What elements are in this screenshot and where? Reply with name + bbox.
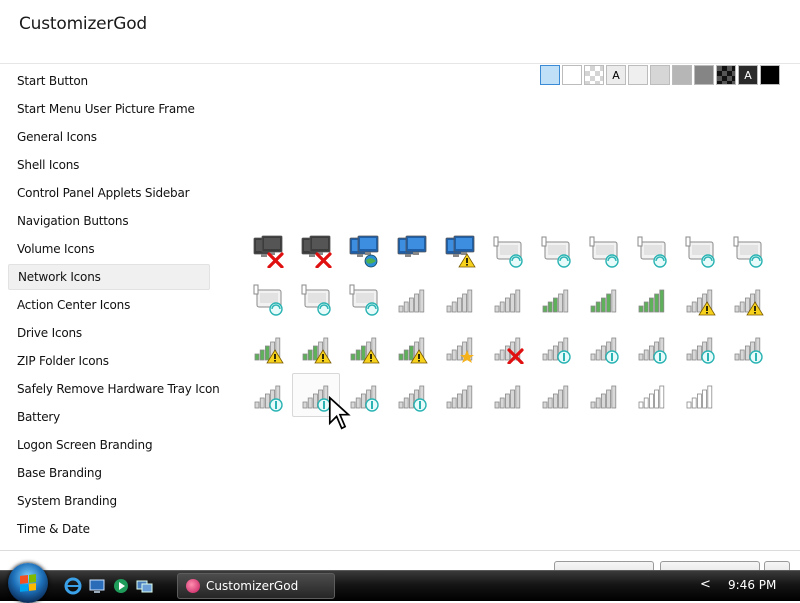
signal-bars-warning-icon[interactable] [676, 277, 724, 321]
modem-searching-icon[interactable] [292, 277, 340, 321]
sidebar-item-base-branding[interactable]: Base Branding [8, 459, 210, 487]
signal-bars-warning-icon[interactable] [724, 277, 772, 321]
taskbar: CustomizerGod < 9:46 PM [0, 563, 800, 603]
title-divider [0, 63, 800, 64]
sidebar-item-time-date[interactable]: Time & Date [8, 515, 210, 543]
signal-bars-connecting-icon[interactable] [388, 373, 436, 417]
signal-bars-gray-icon[interactable] [580, 373, 628, 417]
signal-bars-connecting-icon[interactable] [292, 373, 351, 430]
icon-row [244, 277, 774, 325]
background-swatch[interactable] [562, 65, 582, 85]
modem-searching-icon[interactable] [532, 229, 580, 273]
signal-bars-1-icon[interactable] [388, 277, 436, 321]
signal-bars-warning-green-icon[interactable] [388, 325, 436, 369]
signal-bars-warning-green-icon[interactable] [244, 325, 292, 369]
computer-network-warning-icon[interactable] [436, 229, 484, 273]
category-sidebar: Start Button Start Menu User Picture Fram… [8, 67, 220, 543]
signal-bars-gray-icon[interactable] [436, 373, 484, 417]
sidebar-item-action-center-icons[interactable]: Action Center Icons [8, 291, 210, 319]
signal-bars-gray-icon[interactable] [532, 373, 580, 417]
sidebar-item-battery[interactable]: Battery [8, 403, 210, 431]
signal-bars-connecting-icon[interactable] [628, 325, 676, 369]
signal-bars-warning-green-icon[interactable] [292, 325, 340, 369]
signal-bars-connecting-icon[interactable] [724, 325, 772, 369]
show-desktop-icon[interactable] [88, 577, 106, 595]
signal-bars-connecting-icon[interactable] [244, 373, 292, 417]
bottom-divider [0, 550, 800, 551]
switch-windows-icon[interactable] [136, 577, 154, 595]
background-swatch-bar: AA [540, 65, 780, 85]
modem-searching-icon[interactable] [244, 277, 292, 321]
background-swatch[interactable] [672, 65, 692, 85]
sidebar-item-safely-remove-hardware-tray-icon[interactable]: Safely Remove Hardware Tray Icon [8, 375, 220, 403]
signal-bars-connecting-icon[interactable] [532, 325, 580, 369]
modem-searching-icon[interactable] [580, 229, 628, 273]
signal-bars-2-icon[interactable] [436, 277, 484, 321]
swatch-label: A [744, 68, 752, 82]
taskbar-window-button[interactable]: CustomizerGod [177, 573, 335, 599]
sidebar-item-system-branding[interactable]: System Branding [8, 487, 210, 515]
signal-bars-star-icon[interactable] [436, 325, 484, 369]
signal-bars-5-green-icon[interactable] [628, 277, 676, 321]
app-title: CustomizerGod [19, 14, 147, 34]
signal-bars-3-green-icon[interactable] [532, 277, 580, 321]
modem-searching-icon[interactable] [484, 229, 532, 273]
background-swatch[interactable] [584, 65, 604, 85]
computer-internet-icon[interactable] [340, 229, 388, 273]
modem-searching-icon[interactable] [676, 229, 724, 273]
mouse-cursor-icon [323, 395, 351, 430]
sidebar-item-start-menu-user-picture-frame[interactable]: Start Menu User Picture Frame [8, 95, 210, 123]
icon-row [244, 325, 774, 373]
background-swatch[interactable] [540, 65, 560, 85]
sidebar-item-zip-folder-icons[interactable]: ZIP Folder Icons [8, 347, 210, 375]
signal-bars-connecting-icon[interactable] [676, 325, 724, 369]
icon-row [244, 373, 774, 430]
swatch-label: A [612, 68, 620, 82]
icon-row [244, 229, 774, 277]
sidebar-item-navigation-buttons[interactable]: Navigation Buttons [8, 207, 210, 235]
signal-bars-4-green-icon[interactable] [580, 277, 628, 321]
computers-network-icon[interactable] [388, 229, 436, 273]
show-hidden-icons-arrow[interactable]: < [700, 577, 711, 592]
signal-bars-connecting-icon[interactable] [580, 325, 628, 369]
taskbar-window-label: CustomizerGod [206, 579, 299, 593]
signal-bars-outline-icon[interactable] [676, 373, 724, 417]
sidebar-item-start-button[interactable]: Start Button [8, 67, 210, 95]
sidebar-item-drive-icons[interactable]: Drive Icons [8, 319, 210, 347]
signal-bars-disconnected-icon[interactable] [484, 325, 532, 369]
media-player-icon[interactable] [112, 577, 130, 595]
customizergod-app-icon [186, 579, 200, 593]
sidebar-item-shell-icons[interactable]: Shell Icons [8, 151, 210, 179]
background-swatch[interactable] [760, 65, 780, 85]
internet-explorer-icon[interactable] [64, 577, 82, 595]
sidebar-item-general-icons[interactable]: General Icons [8, 123, 210, 151]
start-button[interactable] [8, 563, 48, 603]
sidebar-item-network-icons[interactable]: Network Icons [8, 264, 210, 290]
system-clock[interactable]: 9:46 PM [728, 578, 776, 592]
modem-searching-icon[interactable] [724, 229, 772, 273]
signal-bars-warning-green-icon[interactable] [340, 325, 388, 369]
sidebar-item-control-panel-applets-sidebar[interactable]: Control Panel Applets Sidebar [8, 179, 210, 207]
signal-bars-3-icon[interactable] [484, 277, 532, 321]
signal-bars-outline-icon[interactable] [628, 373, 676, 417]
computer-disconnected-icon[interactable] [244, 229, 292, 273]
signal-bars-gray-icon[interactable] [484, 373, 532, 417]
background-swatch[interactable]: A [738, 65, 758, 85]
sidebar-item-logon-screen-branding[interactable]: Logon Screen Branding [8, 431, 210, 459]
background-swatch[interactable] [694, 65, 714, 85]
background-swatch[interactable] [716, 65, 736, 85]
background-swatch[interactable] [628, 65, 648, 85]
windows-flag-icon [20, 574, 36, 592]
background-swatch[interactable]: A [606, 65, 626, 85]
modem-searching-icon[interactable] [628, 229, 676, 273]
modem-searching-icon[interactable] [340, 277, 388, 321]
background-swatch[interactable] [650, 65, 670, 85]
computer-disconnected-icon[interactable] [292, 229, 340, 273]
icon-grid [244, 229, 774, 430]
sidebar-item-volume-icons[interactable]: Volume Icons [8, 235, 210, 263]
